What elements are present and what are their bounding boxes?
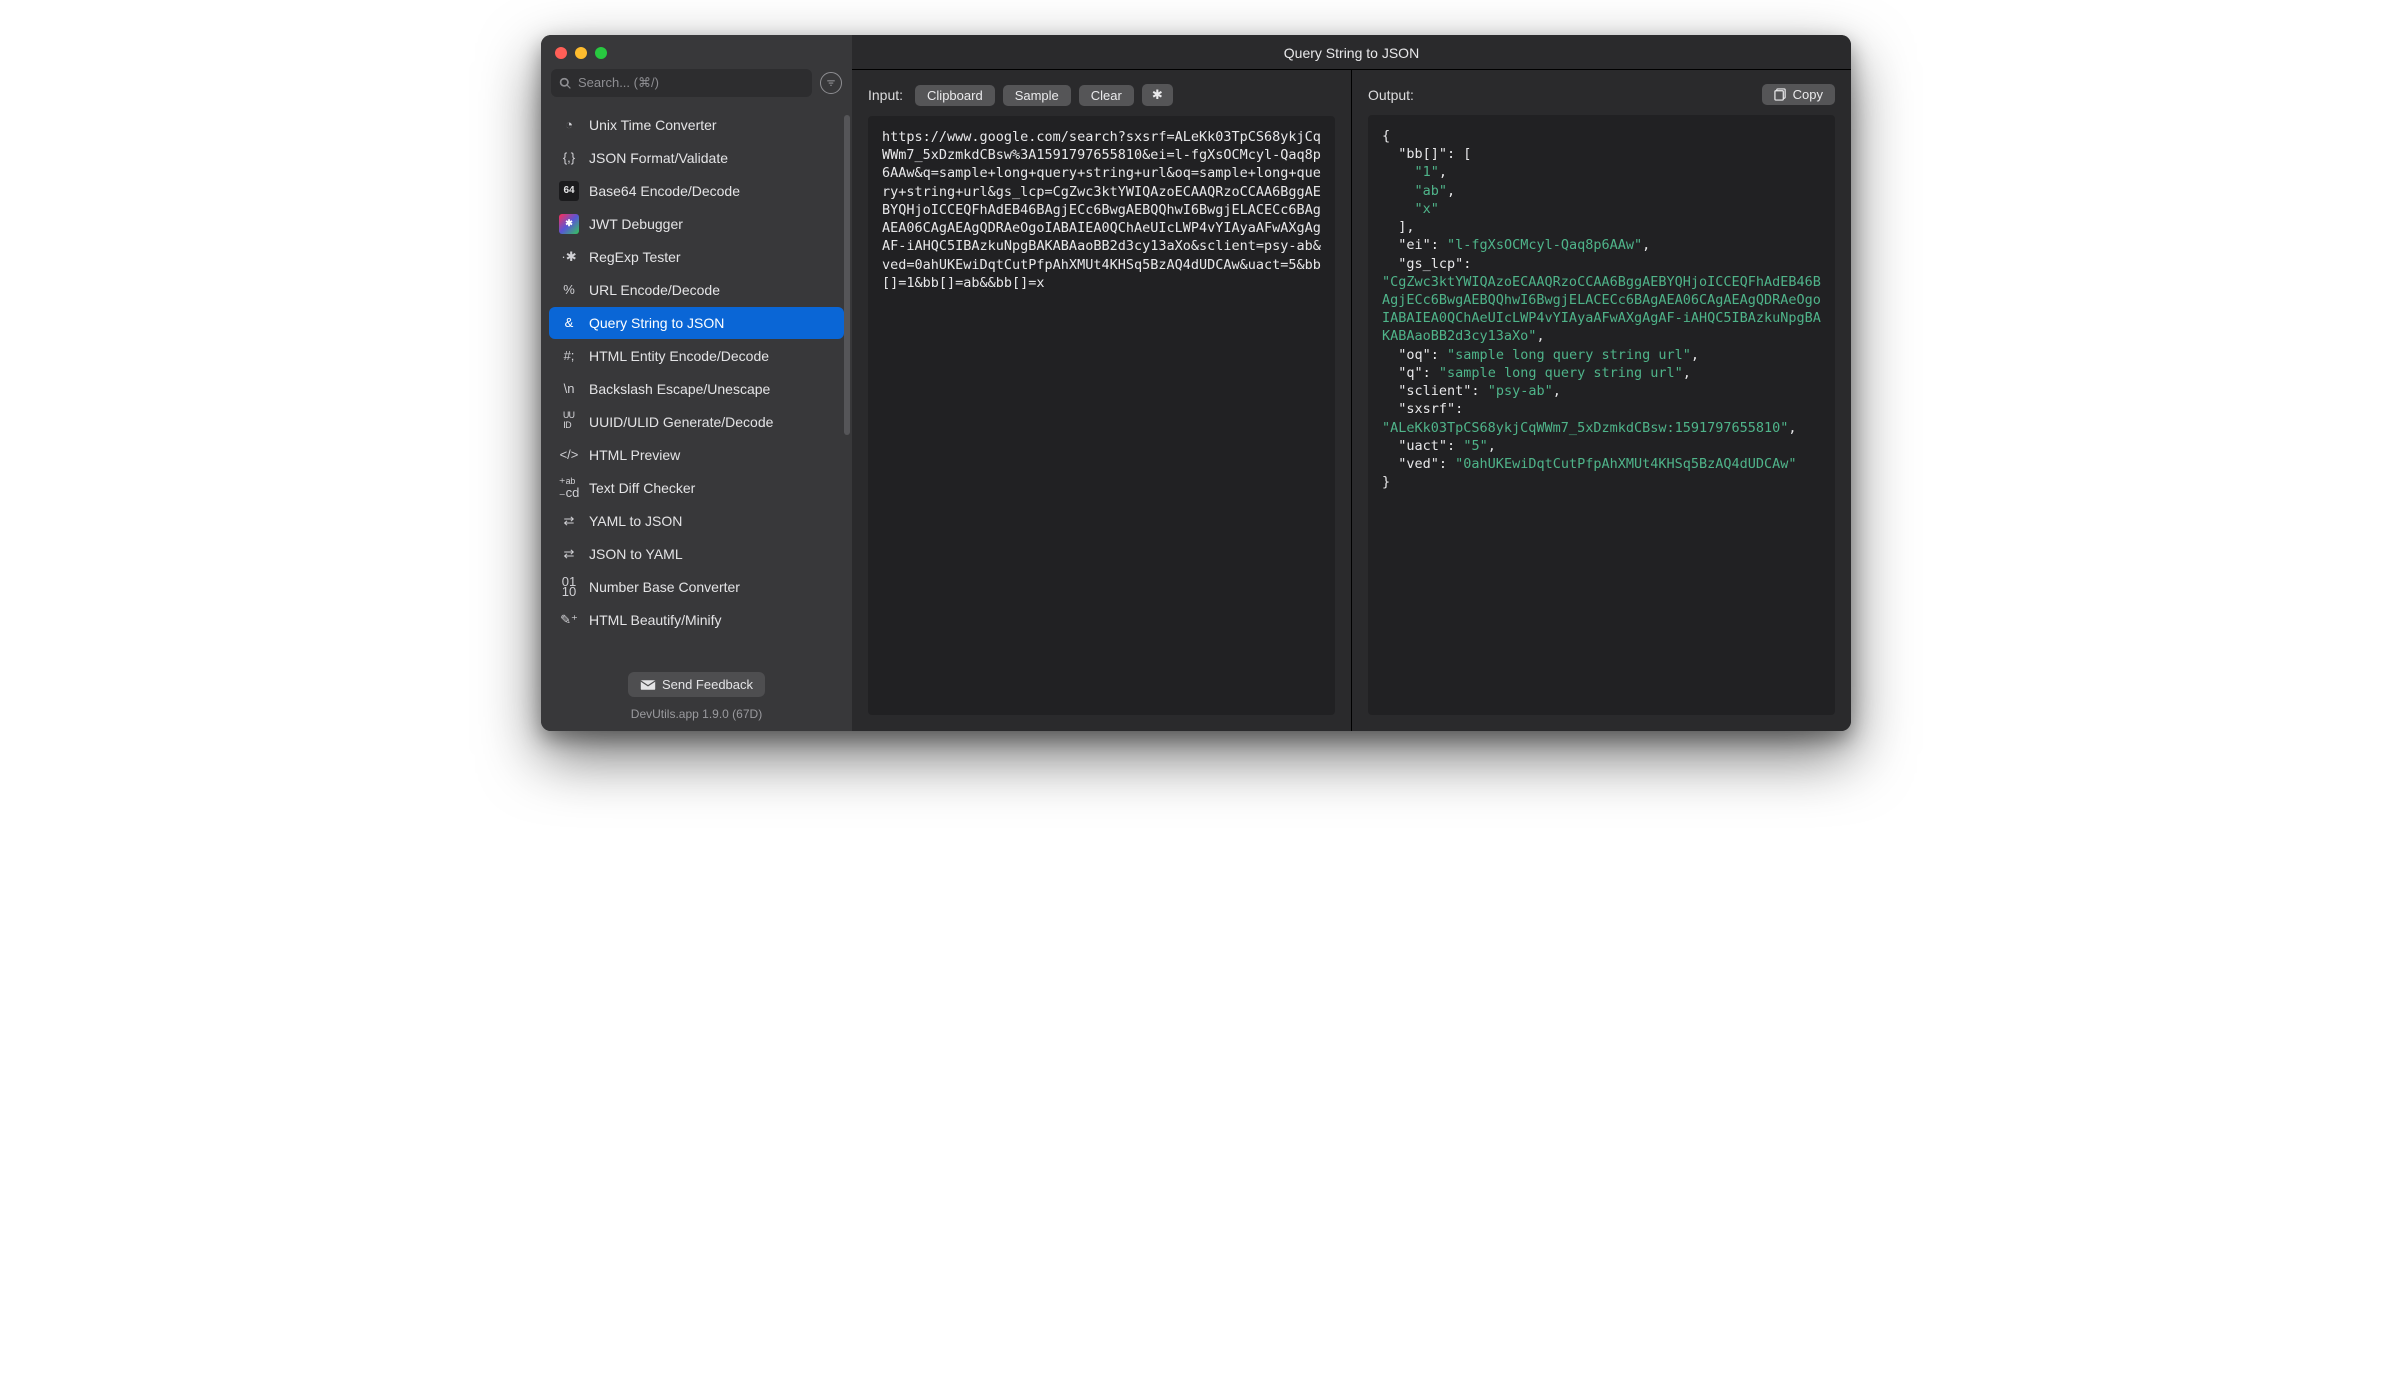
sidebar-item-unix-time-converter[interactable]: ◔ Unix Time Converter [549, 109, 844, 141]
bits-icon: 01 10 [559, 577, 579, 597]
copy-label: Copy [1793, 87, 1823, 102]
sidebar-item-label: Text Diff Checker [589, 480, 695, 496]
clock-icon: ◔ [559, 115, 579, 135]
sidebar-item-json-format-validate[interactable]: {,} JSON Format/Validate [549, 142, 844, 174]
b64-icon: 64 [559, 181, 579, 201]
sidebar-item-label: JWT Debugger [589, 216, 683, 232]
diff-icon: ⁺ᵃᵇ ₋cd [559, 478, 579, 498]
app-window: Search... (⌘/) ◔ Unix Time Converter {,} JS… [541, 35, 1851, 731]
percent-icon: % [559, 280, 579, 300]
sidebar-item-label: UUID/ULID Generate/Decode [589, 414, 773, 430]
minimize-window-button[interactable] [575, 47, 587, 59]
fullscreen-window-button[interactable] [595, 47, 607, 59]
mail-icon [640, 679, 656, 691]
main-panel: Query String to JSON Input: Clipboard Sa… [852, 35, 1851, 731]
sidebar-item-label: HTML Entity Encode/Decode [589, 348, 769, 364]
version-label: DevUtils.app 1.9.0 (67D) [541, 701, 852, 731]
input-label: Input: [868, 87, 903, 103]
clear-button[interactable]: Clear [1079, 85, 1134, 106]
swap-icon: ⇄ [559, 544, 579, 564]
send-feedback-button[interactable]: Send Feedback [628, 672, 765, 697]
sidebar-item-label: RegExp Tester [589, 249, 681, 265]
close-window-button[interactable] [555, 47, 567, 59]
swap-icon: ⇄ [559, 511, 579, 531]
sidebar-item-json-to-yaml[interactable]: ⇄ JSON to YAML [549, 538, 844, 570]
search-placeholder: Search... (⌘/) [578, 75, 659, 91]
input-pane: Input: Clipboard Sample Clear ✱ https://… [852, 70, 1351, 731]
sidebar-item-label: Number Base Converter [589, 579, 740, 595]
sidebar-item-label: URL Encode/Decode [589, 282, 720, 298]
sidebar-item-label: JSON to YAML [589, 546, 683, 562]
sidebar-item-url-encode-decode[interactable]: % URL Encode/Decode [549, 274, 844, 306]
sidebar: Search... (⌘/) ◔ Unix Time Converter {,} JS… [541, 35, 852, 731]
sidebar-item-label: Base64 Encode/Decode [589, 183, 740, 199]
sidebar-item-html-preview[interactable]: </> HTML Preview [549, 439, 844, 471]
sidebar-item-label: HTML Beautify/Minify [589, 612, 722, 628]
braces-icon: {,} [559, 148, 579, 168]
send-feedback-label: Send Feedback [662, 677, 753, 692]
sidebar-item-backslash-escape-unescape[interactable]: \n Backslash Escape/Unescape [549, 373, 844, 405]
sidebar-item-label: Backslash Escape/Unescape [589, 381, 770, 397]
sidebar-item-label: YAML to JSON [589, 513, 682, 529]
hash-icon: #; [559, 346, 579, 366]
sidebar-item-label: Query String to JSON [589, 315, 724, 331]
output-view[interactable]: { "bb[]": [ "1", "ab", "x" ], "ei": "l-f… [1368, 115, 1835, 715]
copy-button[interactable]: Copy [1762, 84, 1835, 105]
sidebar-item-html-beautify-minify[interactable]: ✎⁺ HTML Beautify/Minify [549, 604, 844, 636]
sidebar-item-base64-encode-decode[interactable]: 64 Base64 Encode/Decode [549, 175, 844, 207]
wand-icon: ✎⁺ [559, 610, 579, 630]
sidebar-item-uuid-ulid-generate-decode[interactable]: ᵁᵁ ᴵᴰ UUID/ULID Generate/Decode [549, 406, 844, 438]
search-input[interactable]: Search... (⌘/) [551, 69, 812, 97]
sidebar-item-regexp-tester[interactable]: ·✱ RegExp Tester [549, 241, 844, 273]
backslash-icon: \n [559, 379, 579, 399]
sidebar-item-query-string-to-json[interactable]: &Query String to JSON [549, 307, 844, 339]
window-controls [541, 35, 852, 69]
sidebar-item-label: Unix Time Converter [589, 117, 717, 133]
gear-icon: ✱ [1152, 87, 1163, 103]
sidebar-item-number-base-converter[interactable]: 01 10 Number Base Converter [549, 571, 844, 603]
sample-button[interactable]: Sample [1003, 85, 1071, 106]
sidebar-item-jwt-debugger[interactable]: ✱ JWT Debugger [549, 208, 844, 240]
tool-list: ◔ Unix Time Converter {,} JSON Format/Valid… [541, 105, 852, 668]
uuid-icon: ᵁᵁ ᴵᴰ [559, 412, 579, 432]
jwt-icon: ✱ [559, 214, 579, 234]
output-pane: Output: Copy { "bb[]": [ "1", "ab", "x" … [1351, 70, 1851, 731]
sidebar-scrollbar[interactable] [844, 115, 850, 435]
input-textarea[interactable]: https://www.google.com/search?sxsrf=ALeK… [868, 116, 1335, 715]
regex-icon: ·✱ [559, 247, 579, 267]
clipboard-button[interactable]: Clipboard [915, 85, 995, 106]
filter-icon [825, 77, 837, 89]
settings-button[interactable]: ✱ [1142, 84, 1173, 106]
sidebar-item-text-diff-checker[interactable]: ⁺ᵃᵇ ₋cd Text Diff Checker [549, 472, 844, 504]
copy-icon [1774, 88, 1787, 101]
amp-icon: & [559, 313, 579, 333]
output-label: Output: [1368, 87, 1414, 103]
sidebar-item-label: HTML Preview [589, 447, 680, 463]
sidebar-item-label: JSON Format/Validate [589, 150, 728, 166]
code-icon: </> [559, 445, 579, 465]
sidebar-item-html-entity-encode-decode[interactable]: #; HTML Entity Encode/Decode [549, 340, 844, 372]
page-title: Query String to JSON [852, 35, 1851, 70]
filter-button[interactable] [820, 72, 842, 94]
search-icon [559, 77, 572, 90]
sidebar-item-yaml-to-json[interactable]: ⇄ YAML to JSON [549, 505, 844, 537]
